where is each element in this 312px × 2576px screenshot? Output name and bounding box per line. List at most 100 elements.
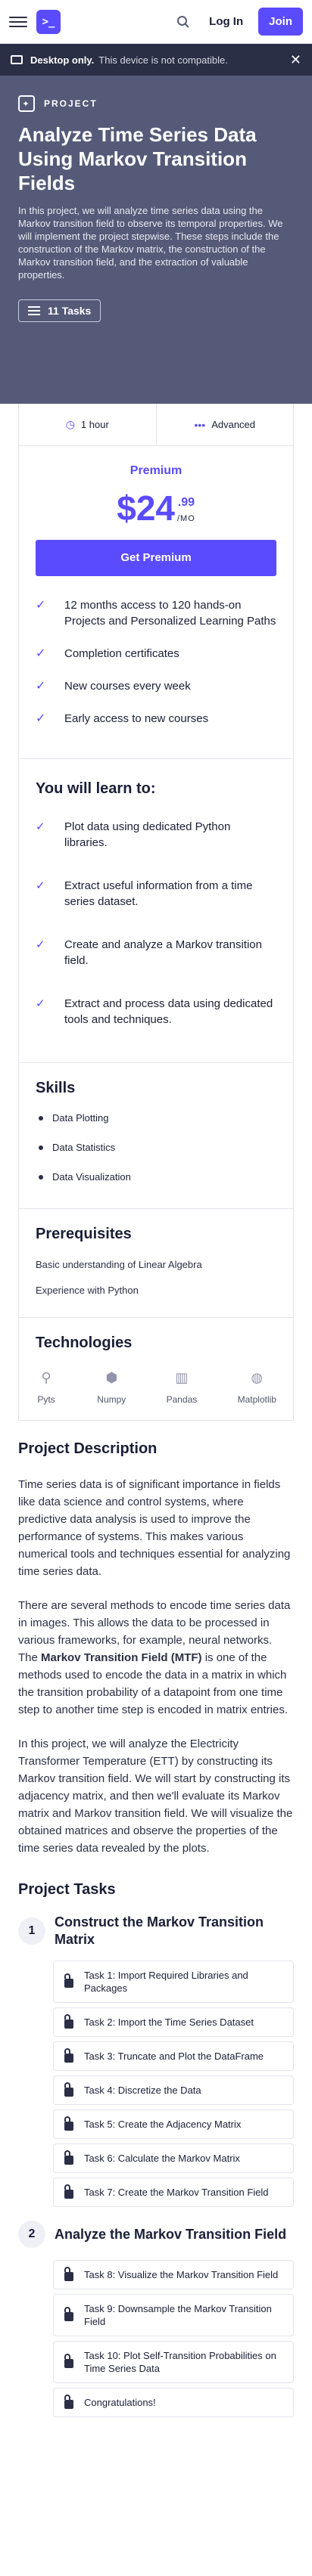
feature-item: ✓ Early access to new courses [36,711,276,727]
login-link[interactable]: Log In [209,15,243,28]
terminal-icon[interactable]: >_ [36,9,61,34]
page-title: Analyze Time Series Data Using Markov Tr… [18,123,257,194]
task-item[interactable]: Task 8: Visualize the Markov Transition … [53,2260,294,2289]
join-button[interactable]: Join [258,8,303,36]
skill-item: Data Visualization [36,1171,276,1183]
tech-label: Matplotlib [237,1394,276,1405]
task-label: Task 8: Visualize the Markov Transition … [84,2269,279,2280]
step-number: 2 [18,2221,45,2248]
description-paragraph: There are several methods to encode time… [18,1597,294,1719]
check-icon: ✓ [36,820,45,833]
lock-icon [64,2047,73,2063]
search-icon[interactable] [174,13,192,31]
price-amount: $24 [117,488,175,528]
task-item[interactable]: Task 3: Truncate and Plot the DataFrame [53,2041,294,2071]
list-icon [28,306,40,315]
duration-label: 1 hour [80,419,109,430]
technologies-section: Technologies ⚲ Pyts ⬢ Numpy ▥ Pandas ◍ Matpl… [19,1317,293,1420]
prereq-item: Experience with Python [36,1285,139,1296]
check-icon: ✓ [36,997,45,1010]
task-item[interactable]: Task 2: Import the Time Series Dataset [53,2007,294,2037]
task-item[interactable]: Task 10: Plot Self-Transition Probabilit… [53,2341,294,2383]
plan-name: Premium [129,464,183,477]
project-description: Project Description Time series data is … [0,1421,312,1857]
skill-label: Data Visualization [52,1171,131,1183]
task-item[interactable]: Congratulations! [53,2388,294,2417]
description-paragraph: In this project, we will analyze the Ele… [18,1737,293,1855]
step-title: Analyze the Markov Transition Field [55,2226,287,2242]
level-label: Advanced [211,419,256,430]
tasks-count-label: 11 Tasks [48,305,92,317]
plan-features: ✓ 12 months access to 120 hands-on Projec… [19,576,293,758]
lock-icon [64,2354,73,2368]
menu-icon[interactable] [9,13,27,31]
skills-section: Skills Data Plotting Data Statistics Dat… [19,1062,293,1208]
project-tasks: Project Tasks 1 Construct the Markov Tra… [0,1874,312,2444]
task-item[interactable]: Task 6: Calculate the Markov Matrix [53,2144,294,2173]
lock-icon [64,2266,73,2281]
pyts-icon: ⚲ [41,1369,51,1385]
skill-label: Data Plotting [52,1112,109,1124]
check-icon: ✓ [36,938,45,951]
close-icon[interactable]: ✕ [290,52,301,68]
prereq-item: Basic understanding of Linear Algebra [36,1259,202,1270]
kicker-label: PROJECT [44,98,98,109]
numpy-icon: ⬢ [105,1369,118,1385]
task-item[interactable]: Task 5: Create the Adjacency Matrix [53,2109,294,2139]
plan-section: Premium $24 .99 /MO [19,446,293,528]
task-item[interactable]: Task 7: Create the Markov Transition Fie… [53,2178,294,2207]
learning-outcomes: You will learn to: ✓ Plot data using dedi… [19,758,293,1062]
lock-icon [64,2394,73,2409]
device-warning-bar: Desktop only. This device is not compati… [0,44,312,76]
project-summary: In this project, we will analyze time se… [18,205,283,281]
learn-item: ✓ Extract useful information from a time … [36,878,276,910]
task-label: Task 2: Import the Time Series Dataset [84,2016,254,2028]
project-hero: ✦ PROJECT Analyze Time Series Data Using… [0,76,312,404]
check-icon: ✓ [36,647,46,660]
task-label: Task 10: Plot Self-Transition Probabilit… [84,2350,276,2374]
lock-icon [64,2150,73,2165]
feature-text: Completion certificates [64,647,179,660]
feature-text: Early access to new courses [64,712,209,725]
tech-item: ▥ Pandas [166,1367,198,1406]
check-icon: ✓ [36,680,46,693]
task-label: Task 6: Calculate the Markov Matrix [84,2153,240,2164]
learn-text: Plot data using dedicated Python librari… [64,820,231,849]
tasks-title: Project Tasks [18,1881,116,1898]
description-highlight: Markov Transition Field (MTF) [41,1651,202,1664]
task-label: Task 7: Create the Markov Transition Fie… [84,2187,269,2198]
price: $24 .99 /MO [19,488,293,528]
project-kicker: ✦ PROJECT [18,95,294,112]
task-label: Task 9: Downsample the Markov Transition… [84,2303,272,2327]
description-paragraph: Time series data is of significant impor… [18,1478,291,1578]
level-meta: ••• Advanced [157,404,294,445]
tasks-count-button[interactable]: 11 Tasks [18,299,101,322]
check-icon: ✓ [36,599,46,612]
task-label: Task 1: Import Required Libraries and Pa… [84,1970,248,1994]
task-item[interactable]: Task 4: Discretize the Data [53,2075,294,2105]
tech-label: Pandas [166,1394,198,1405]
project-meta: ◷ 1 hour ••• Advanced [19,404,293,446]
skills-title: Skills [36,1080,76,1096]
monitor-icon [11,55,23,64]
task-label: Congratulations! [84,2397,156,2408]
task-item[interactable]: Task 1: Import Required Libraries and Pa… [53,1961,294,2003]
task-item[interactable]: Task 9: Downsample the Markov Transition… [53,2294,294,2336]
prereq-title: Prerequisites [36,1226,132,1242]
price-period: /MO [176,514,195,523]
pandas-icon: ▥ [175,1369,189,1385]
lock-icon [64,2307,73,2321]
get-premium-button[interactable]: Get Premium [36,540,276,576]
learn-text: Create and analyze a Markov transition f… [64,938,262,967]
prerequisites-section: Prerequisites Basic understanding of Lin… [19,1208,293,1317]
price-cents: .99 [177,496,195,509]
learn-text: Extract useful information from a time s… [64,879,253,908]
description-title: Project Description [18,1440,158,1457]
tech-item: ⚲ Pyts [36,1367,57,1406]
learn-title: You will learn to: [36,780,156,797]
duration-meta: ◷ 1 hour [19,404,157,445]
learn-item: ✓ Create and analyze a Markov transition … [36,937,276,969]
feature-text: 12 months access to 120 hands-on Project… [64,599,276,628]
warning-message: This device is not compatible. [98,54,228,66]
task-step: 2 Analyze the Markov Transition Field [18,2221,294,2248]
